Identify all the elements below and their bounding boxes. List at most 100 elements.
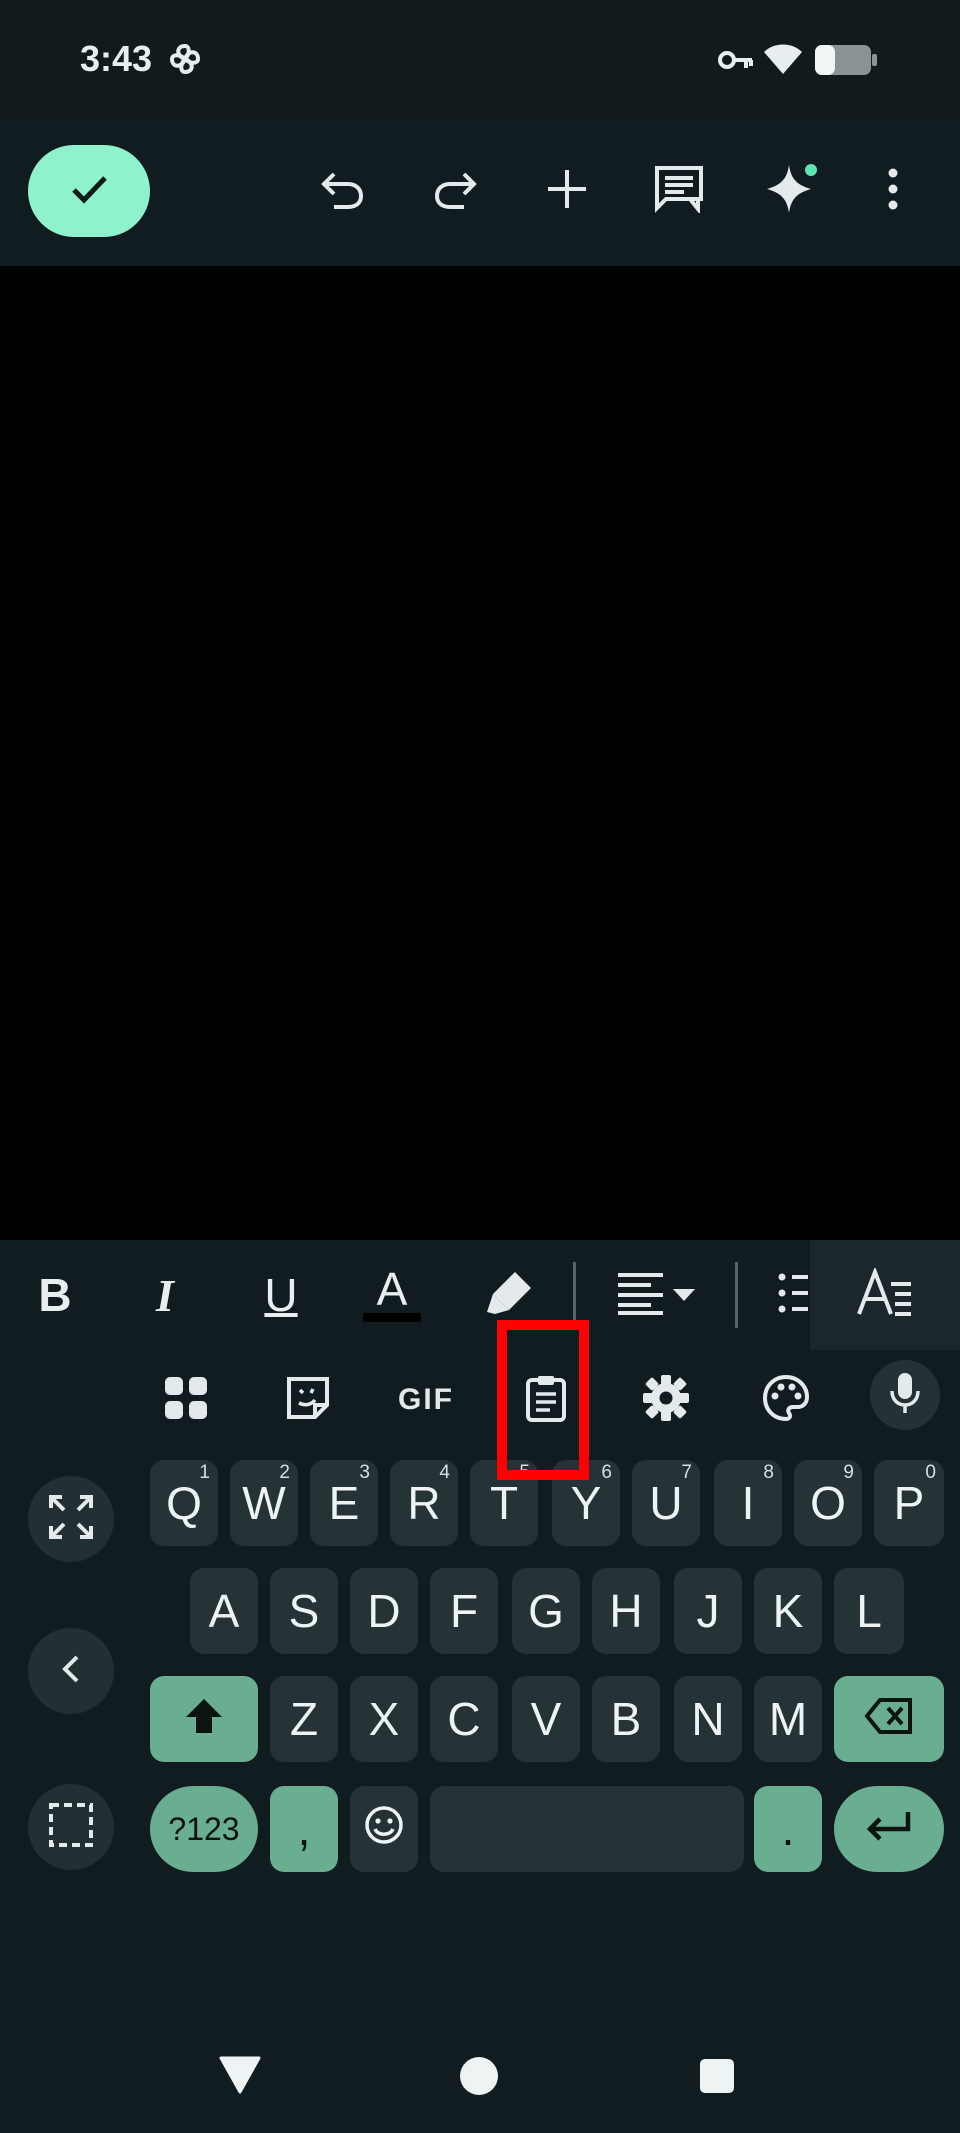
text-color-swatch xyxy=(363,1312,421,1322)
shift-key[interactable] xyxy=(150,1676,258,1762)
theme-button[interactable] xyxy=(746,1360,826,1440)
key-hint: 9 xyxy=(843,1462,854,1483)
select-area-icon xyxy=(48,1802,94,1853)
symbols-key[interactable]: ?123 xyxy=(150,1786,258,1872)
key-hint: 2 xyxy=(279,1462,290,1483)
check-icon xyxy=(65,165,113,218)
redo-icon xyxy=(432,166,478,217)
italic-icon: I xyxy=(156,1269,174,1321)
align-button[interactable] xyxy=(616,1250,696,1340)
status-time: 3:43 xyxy=(80,38,153,79)
key-hint: 7 xyxy=(681,1462,692,1483)
apps-grid-icon xyxy=(163,1375,209,1426)
sparkle-icon xyxy=(763,161,819,222)
back-icon xyxy=(218,2056,262,2098)
key-hint: 3 xyxy=(359,1462,370,1483)
text-color-button[interactable]: A xyxy=(362,1250,422,1340)
back-button[interactable] xyxy=(218,2054,262,2094)
chevron-left-icon xyxy=(59,1654,83,1689)
recents-button[interactable] xyxy=(699,2058,735,2094)
key-f[interactable]: F xyxy=(430,1568,498,1654)
key-z[interactable]: Z xyxy=(270,1676,338,1762)
add-icon xyxy=(545,167,589,216)
toolbar-divider xyxy=(573,1262,576,1328)
pinwheel-icon xyxy=(166,40,204,78)
key-r[interactable]: R4 xyxy=(390,1460,458,1546)
comma-key[interactable]: , xyxy=(270,1786,338,1872)
backspace-key[interactable] xyxy=(834,1676,944,1762)
redo-button[interactable] xyxy=(420,156,490,226)
text-style-icon xyxy=(857,1265,913,1323)
gif-icon: GIF xyxy=(398,1383,454,1416)
space-key[interactable] xyxy=(430,1786,744,1872)
expand-icon xyxy=(48,1494,94,1545)
battery-icon xyxy=(814,44,878,76)
insert-button[interactable] xyxy=(532,156,602,226)
highlight-box xyxy=(497,1320,589,1480)
align-icon xyxy=(615,1271,697,1320)
bold-icon: B xyxy=(38,1269,72,1321)
undo-icon xyxy=(320,166,366,217)
comment-button[interactable] xyxy=(644,156,714,226)
key-l[interactable]: L xyxy=(834,1568,904,1654)
toolbar-divider xyxy=(735,1262,738,1328)
undo-button[interactable] xyxy=(308,156,378,226)
mic-icon xyxy=(889,1371,921,1420)
key-b[interactable]: B xyxy=(592,1676,660,1762)
key-hint: 8 xyxy=(763,1462,774,1483)
apps-button[interactable] xyxy=(146,1360,226,1440)
more-options-button[interactable] xyxy=(868,156,918,226)
key-v[interactable]: V xyxy=(512,1676,580,1762)
settings-button[interactable] xyxy=(626,1360,706,1440)
document-canvas[interactable] xyxy=(0,266,960,1240)
key-u[interactable]: U7 xyxy=(632,1460,700,1546)
vpn-key-icon xyxy=(718,46,754,74)
gif-button[interactable]: GIF xyxy=(386,1360,466,1440)
expand-keyboard-button[interactable] xyxy=(28,1476,114,1562)
comment-icon xyxy=(654,165,704,218)
underline-icon: U xyxy=(264,1269,298,1321)
underline-button[interactable]: U xyxy=(256,1250,306,1340)
key-hint: 4 xyxy=(439,1462,450,1483)
key-c[interactable]: C xyxy=(430,1676,498,1762)
key-h[interactable]: H xyxy=(592,1568,660,1654)
enter-key[interactable] xyxy=(834,1786,944,1872)
palette-icon xyxy=(762,1374,810,1427)
enter-icon xyxy=(866,1802,912,1856)
italic-button[interactable]: I xyxy=(140,1250,190,1340)
key-m[interactable]: M xyxy=(754,1676,822,1762)
key-g[interactable]: G xyxy=(512,1568,580,1654)
text-style-button[interactable] xyxy=(810,1240,960,1350)
collapse-toolbar-button[interactable] xyxy=(28,1628,114,1714)
done-button[interactable] xyxy=(28,145,150,237)
more-vert-icon xyxy=(887,167,899,216)
key-a[interactable]: A xyxy=(190,1568,258,1654)
bold-button[interactable]: B xyxy=(30,1250,80,1340)
bullet-list-button[interactable] xyxy=(778,1250,808,1340)
key-p[interactable]: P0 xyxy=(874,1460,944,1546)
home-button[interactable] xyxy=(459,2056,499,2096)
key-k[interactable]: K xyxy=(754,1568,822,1654)
text-color-icon: A xyxy=(376,1262,408,1315)
navigation-bar xyxy=(0,1950,960,2133)
text-select-button[interactable] xyxy=(28,1784,114,1870)
key-x[interactable]: X xyxy=(350,1676,418,1762)
voice-input-button[interactable] xyxy=(870,1360,940,1430)
gemini-button[interactable] xyxy=(756,156,826,226)
key-d[interactable]: D xyxy=(350,1568,418,1654)
key-j[interactable]: J xyxy=(674,1568,742,1654)
key-o[interactable]: O9 xyxy=(794,1460,862,1546)
key-s[interactable]: S xyxy=(270,1568,338,1654)
key-w[interactable]: W2 xyxy=(230,1460,298,1546)
key-hint: 6 xyxy=(601,1462,612,1483)
sticker-button[interactable] xyxy=(268,1360,348,1440)
key-n[interactable]: N xyxy=(674,1676,742,1762)
period-key[interactable]: . xyxy=(754,1786,822,1872)
backspace-icon xyxy=(864,1692,914,1746)
key-i[interactable]: I8 xyxy=(714,1460,782,1546)
wifi-icon xyxy=(762,40,804,76)
key-q[interactable]: Q1 xyxy=(150,1460,218,1546)
key-e[interactable]: E3 xyxy=(310,1460,378,1546)
emoji-key[interactable] xyxy=(350,1786,418,1872)
emoji-icon xyxy=(364,1802,404,1856)
